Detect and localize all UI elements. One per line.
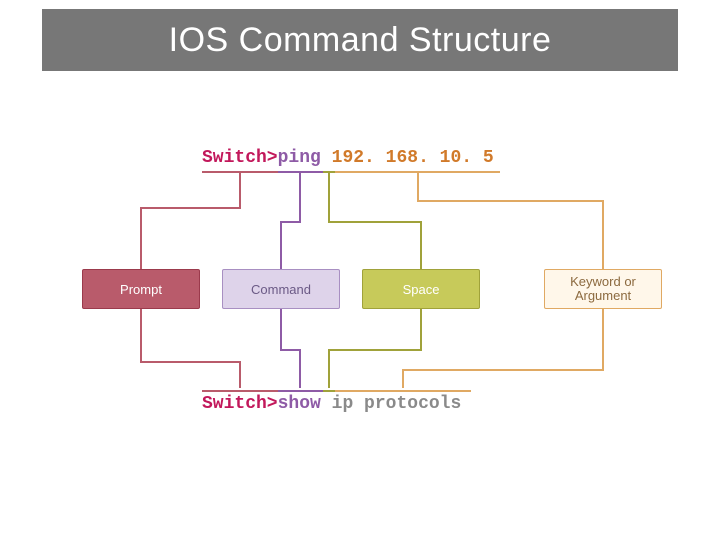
diagram: Switch>ping 192. 168. 10. 5 Prompt Comma…: [0, 0, 720, 540]
top-argument-text: 192. 168. 10. 5: [332, 148, 494, 168]
bottom-command-underline: [278, 390, 323, 392]
top-space-underline: [323, 171, 335, 173]
top-prompt-underline: [202, 171, 278, 173]
top-command-underline: [278, 171, 323, 173]
label-prompt: Prompt: [82, 269, 200, 309]
bottom-argument-text: ip protocols: [332, 394, 462, 414]
label-argument: Keyword or Argument: [544, 269, 662, 309]
top-space-text: [321, 148, 332, 168]
bottom-prompt-underline: [202, 390, 278, 392]
top-command-text: ping: [278, 148, 321, 168]
label-space: Space: [362, 269, 480, 309]
top-arg-underline: [335, 171, 500, 173]
example-bottom: Switch>show ip protocols: [202, 394, 461, 414]
label-command: Command: [222, 269, 340, 309]
example-top: Switch>ping 192. 168. 10. 5: [202, 148, 494, 168]
bottom-command-text: show: [278, 394, 321, 414]
top-prompt-text: Switch>: [202, 148, 278, 168]
bottom-space-underline: [323, 390, 335, 392]
bottom-prompt-text: Switch>: [202, 394, 278, 414]
bottom-space-text: [321, 394, 332, 414]
bottom-arg-underline: [335, 390, 471, 392]
